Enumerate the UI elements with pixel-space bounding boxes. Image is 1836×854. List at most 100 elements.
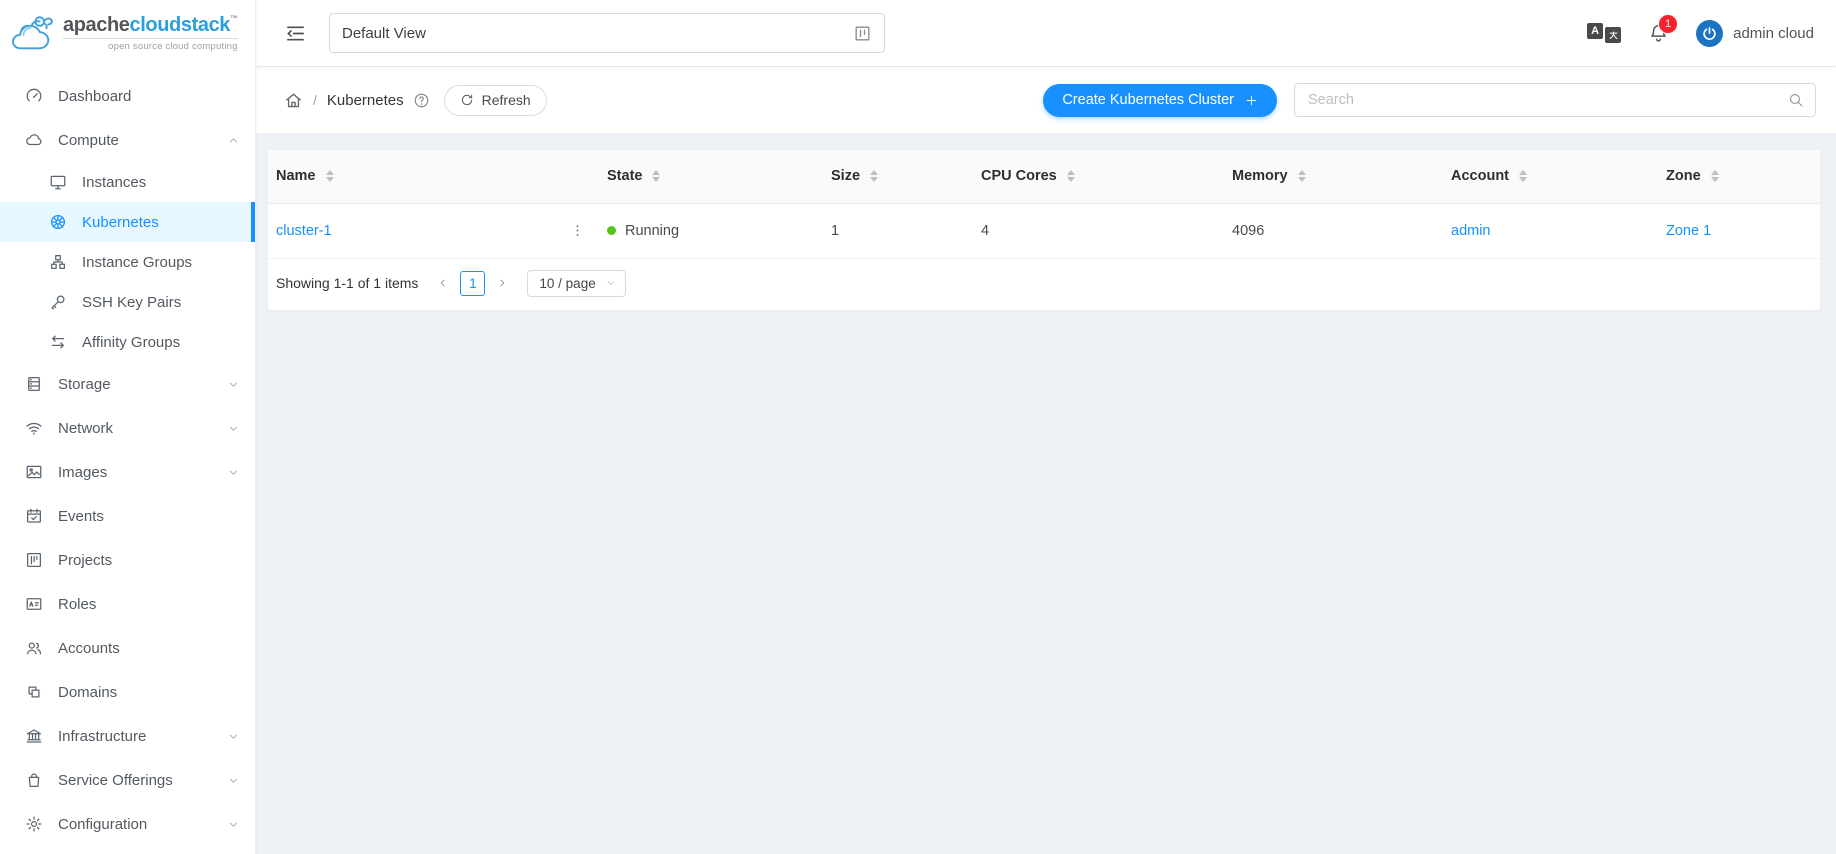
sidebar-item-label: Storage — [58, 376, 111, 393]
chevron-down-icon — [228, 467, 239, 478]
column-header-memory[interactable]: Memory — [1224, 150, 1443, 203]
cluster-name-link[interactable]: cluster-1 — [276, 223, 332, 239]
service-offerings-bag-icon — [25, 771, 43, 789]
home-icon[interactable] — [284, 91, 303, 110]
memory-value: 4096 — [1224, 203, 1443, 258]
zone-link[interactable]: Zone 1 — [1666, 223, 1711, 239]
sidebar-item-configuration[interactable]: Configuration — [0, 802, 255, 846]
ssh-key-icon — [49, 293, 67, 311]
sort-carets-icon — [1519, 170, 1527, 182]
sidebar-item-label: Events — [58, 508, 104, 525]
sort-carets-icon — [1067, 170, 1075, 182]
kubernetes-table: Name State Size CPU Cores Memory Account… — [268, 150, 1820, 259]
brand-tagline: open source cloud computing — [63, 38, 238, 52]
cpu-cores-value: 4 — [973, 203, 1224, 258]
chevron-down-icon — [606, 278, 616, 288]
column-header-cpu-cores[interactable]: CPU Cores — [973, 150, 1224, 203]
column-header-state[interactable]: State — [599, 150, 823, 203]
sidebar-item-label: SSH Key Pairs — [82, 294, 181, 311]
column-header-account[interactable]: Account — [1443, 150, 1658, 203]
roles-idcard-icon — [25, 595, 43, 613]
network-wifi-icon — [25, 419, 43, 437]
column-header-name[interactable]: Name — [268, 150, 599, 203]
sidebar-item-label: Network — [58, 420, 113, 437]
page-size-select[interactable]: 10 / page — [527, 270, 625, 297]
help-question-icon[interactable] — [413, 92, 430, 109]
breadcrumb-bar: / Kubernetes Refresh Create Kubernetes C… — [256, 66, 1836, 133]
table-row: cluster-1 Running 1 4 4096 admin Z — [268, 203, 1820, 258]
sort-carets-icon — [652, 170, 660, 182]
sidebar-item-label: Dashboard — [58, 88, 131, 105]
instance-groups-cluster-icon — [49, 253, 67, 271]
search-box — [1294, 83, 1816, 117]
sidebar-item-instances[interactable]: Instances — [0, 162, 255, 202]
sidebar-item-infrastructure[interactable]: Infrastructure — [0, 714, 255, 758]
domains-block-icon — [25, 683, 43, 701]
sidebar-collapse-icon[interactable] — [284, 22, 307, 45]
sidebar-item-events[interactable]: Events — [0, 494, 255, 538]
current-page-button[interactable]: 1 — [460, 271, 485, 296]
sidebar-item-label: Roles — [58, 596, 96, 613]
refresh-button[interactable]: Refresh — [444, 85, 547, 116]
sidebar-item-ssh-key-pairs[interactable]: SSH Key Pairs — [0, 282, 255, 322]
sidebar-item-affinity-groups[interactable]: Affinity Groups — [0, 322, 255, 362]
account-link[interactable]: admin — [1451, 223, 1491, 239]
events-calendar-icon — [25, 507, 43, 525]
sidebar-item-projects[interactable]: Projects — [0, 538, 255, 582]
chevron-down-icon — [228, 423, 239, 434]
sidebar-item-kubernetes[interactable]: Kubernetes — [0, 202, 255, 242]
project-view-icon — [853, 24, 872, 43]
sidebar-item-label: Projects — [58, 552, 112, 569]
images-picture-icon — [25, 463, 43, 481]
sidebar-item-label: Compute — [58, 132, 119, 149]
infrastructure-bank-icon — [25, 727, 43, 745]
sidebar-item-label: Kubernetes — [82, 214, 159, 231]
sidebar-item-label: Accounts — [58, 640, 120, 657]
sidebar-item-label: Affinity Groups — [82, 334, 180, 351]
configuration-gear-icon — [25, 815, 43, 833]
user-menu[interactable]: admin cloud — [1696, 20, 1814, 47]
breadcrumb-separator: / — [313, 92, 317, 108]
refresh-icon — [460, 93, 474, 107]
next-page-icon[interactable] — [493, 271, 511, 295]
chevron-up-icon — [228, 135, 239, 146]
view-selector[interactable]: Default View — [329, 13, 885, 53]
chevron-down-icon — [228, 775, 239, 786]
sidebar-item-dashboard[interactable]: Dashboard — [0, 74, 255, 118]
sidebar-item-network[interactable]: Network — [0, 406, 255, 450]
search-icon[interactable] — [1788, 92, 1804, 108]
row-actions-kebab-icon[interactable] — [570, 223, 585, 238]
sidebar-item-compute[interactable]: Compute — [0, 118, 255, 162]
sort-carets-icon — [1711, 170, 1719, 182]
kubernetes-wheel-icon — [49, 213, 67, 231]
sidebar-menu: Dashboard Compute Instances Kubernetes I… — [0, 66, 255, 846]
sidebar-item-label: Images — [58, 464, 107, 481]
chevron-down-icon — [228, 379, 239, 390]
sidebar-item-label: Infrastructure — [58, 728, 146, 745]
cloudstack-logo[interactable]: apachecloudstack™ open source cloud comp… — [0, 0, 255, 66]
sidebar-item-roles[interactable]: Roles — [0, 582, 255, 626]
translate-icon[interactable]: A — [1587, 23, 1621, 43]
sidebar-item-storage[interactable]: Storage — [0, 362, 255, 406]
chevron-down-icon — [228, 731, 239, 742]
create-button-label: Create Kubernetes Cluster — [1062, 92, 1234, 108]
sort-carets-icon — [870, 170, 878, 182]
column-header-size[interactable]: Size — [823, 150, 973, 203]
sidebar-item-instance-groups[interactable]: Instance Groups — [0, 242, 255, 282]
sidebar-item-domains[interactable]: Domains — [0, 670, 255, 714]
state-value: Running — [625, 223, 679, 239]
kubernetes-list-card: Name State Size CPU Cores Memory Account… — [268, 150, 1820, 310]
prev-page-icon[interactable] — [434, 271, 452, 295]
sidebar-item-accounts[interactable]: Accounts — [0, 626, 255, 670]
sidebar-item-service-offerings[interactable]: Service Offerings — [0, 758, 255, 802]
column-header-zone[interactable]: Zone — [1658, 150, 1820, 203]
instances-monitor-icon — [49, 173, 67, 191]
sidebar-item-images[interactable]: Images — [0, 450, 255, 494]
user-name: admin cloud — [1733, 25, 1814, 42]
pagination: Showing 1-1 of 1 items 1 10 / page — [268, 259, 1820, 310]
notifications-bell[interactable]: 1 — [1648, 23, 1669, 44]
sidebar-item-label: Instance Groups — [82, 254, 192, 271]
create-kubernetes-cluster-button[interactable]: Create Kubernetes Cluster — [1043, 84, 1277, 117]
search-input[interactable] — [1306, 91, 1788, 109]
notification-badge: 1 — [1659, 15, 1677, 33]
